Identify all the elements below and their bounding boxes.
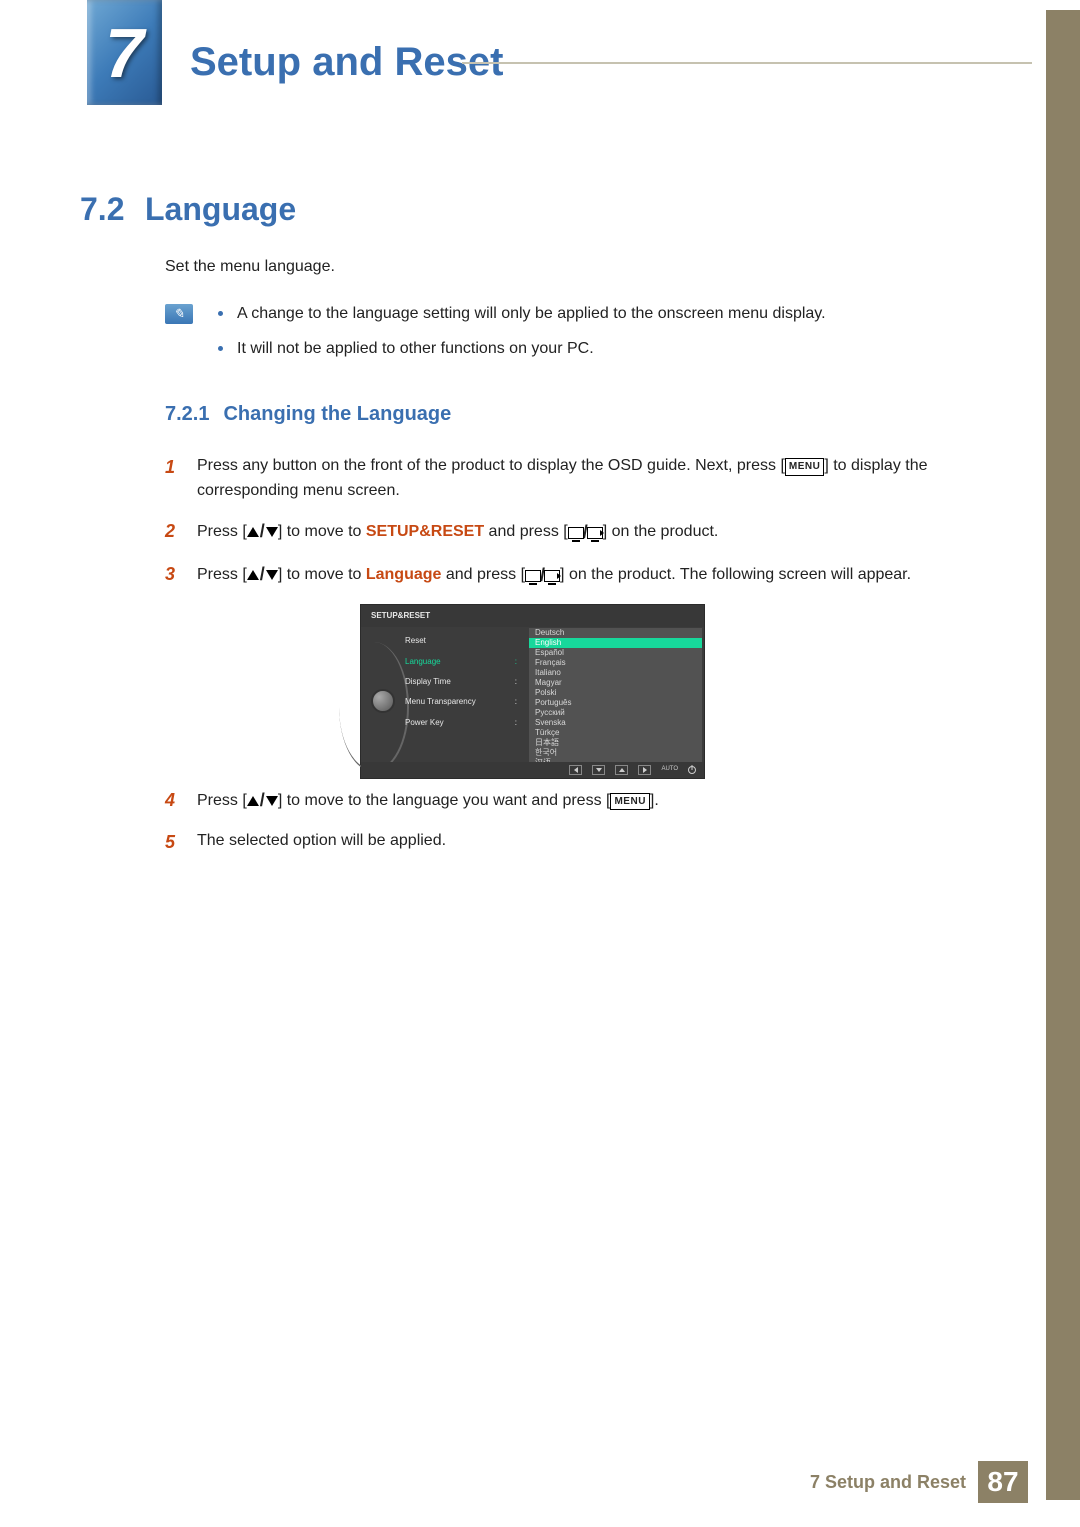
osd-language-option: Italiano [529, 668, 702, 678]
osd-nav-down-icon [592, 765, 605, 775]
steps-list: 1 Press any button on the front of the p… [165, 454, 985, 856]
osd-header: SETUP&RESET [361, 605, 704, 627]
page-footer: 7 Setup and Reset 87 [810, 1461, 1028, 1503]
osd-language-option: English [529, 638, 702, 648]
section-title: Language [145, 191, 296, 228]
note-item: It will not be applied to other function… [218, 337, 985, 362]
osd-language-option: Русский [529, 708, 702, 718]
osd-language-option: Svenska [529, 718, 702, 728]
source-enter-icon: / [568, 519, 603, 547]
step-number: 4 [165, 787, 179, 815]
osd-screenshot: SETUP&RESET ResetLanguage:Display Time:M… [360, 604, 705, 779]
language-label: Language [366, 566, 442, 583]
osd-language-option: Deutsch [529, 628, 702, 638]
osd-nav-up-icon [615, 765, 628, 775]
menu-button-icon: MENU [610, 793, 649, 811]
bullet-icon [218, 311, 223, 316]
section-intro: Set the menu language. [165, 255, 985, 280]
osd-power-icon [688, 766, 696, 774]
source-enter-icon: / [525, 562, 560, 590]
step-body: Press any button on the front of the pro… [197, 454, 985, 504]
osd-footer: AUTO [361, 762, 704, 778]
step-body: Press [/] to move to Language and press … [197, 561, 985, 590]
osd-language-list: DeutschEnglishEspañolFrançaisItalianoMag… [529, 628, 702, 763]
note-text: A change to the language setting will on… [237, 302, 826, 327]
osd-menu-item: Power Key: [401, 713, 521, 733]
setup-reset-label: SETUP&RESET [366, 523, 484, 540]
page-number-badge: 87 [978, 1461, 1028, 1503]
subsection-heading: 7.2.1 Changing the Language [165, 399, 985, 430]
step-body: Press [/] to move to the language you wa… [197, 787, 985, 815]
side-tab [1046, 10, 1080, 1500]
osd-language-option: 한국어 [529, 748, 702, 758]
osd-language-option: Português [529, 698, 702, 708]
osd-language-option: Polski [529, 688, 702, 698]
osd-language-option: 日本語 [529, 738, 702, 748]
step: 5 The selected option will be applied. [165, 829, 985, 857]
step: 3 Press [/] to move to Language and pres… [165, 561, 985, 590]
up-down-icon: / [247, 787, 278, 815]
osd-language-option: Français [529, 658, 702, 668]
step-body: Press [/] to move to SETUP&RESET and pre… [197, 518, 985, 547]
chapter-number: 7 [105, 13, 144, 93]
osd-nav-right-icon [638, 765, 651, 775]
osd-menu: ResetLanguage:Display Time:Menu Transpar… [401, 631, 521, 733]
step: 4 Press [/] to move to the language you … [165, 787, 985, 815]
footer-text: 7 Setup and Reset [810, 1472, 966, 1493]
content-area: Set the menu language. ✎ A change to the… [165, 255, 985, 871]
step-number: 5 [165, 829, 179, 857]
step-number: 1 [165, 454, 179, 504]
chapter-badge: 7 [87, 0, 162, 105]
section-number: 7.2 [80, 191, 124, 228]
menu-button-icon: MENU [785, 458, 824, 476]
note-block: ✎ A change to the language setting will … [165, 302, 985, 372]
up-down-icon: / [247, 561, 278, 589]
subsection-number: 7.2.1 [165, 399, 209, 430]
chapter-title: Setup and Reset [190, 40, 503, 85]
osd-nav-left-icon [569, 765, 582, 775]
osd-knob-icon [371, 689, 395, 713]
osd-menu-item: Display Time: [401, 672, 521, 692]
step-number: 3 [165, 561, 179, 590]
osd-auto-label: AUTO [661, 765, 678, 774]
osd-menu-item: Menu Transparency: [401, 692, 521, 712]
note-text: It will not be applied to other function… [237, 337, 594, 362]
step: 1 Press any button on the front of the p… [165, 454, 985, 504]
step-number: 2 [165, 518, 179, 547]
osd-language-option: Magyar [529, 678, 702, 688]
subsection-title: Changing the Language [223, 399, 451, 430]
step-body: The selected option will be applied. [197, 829, 985, 857]
bullet-icon [218, 346, 223, 351]
note-icon: ✎ [165, 304, 193, 324]
osd-language-option: Español [529, 648, 702, 658]
step: 2 Press [/] to move to SETUP&RESET and p… [165, 518, 985, 547]
note-list: A change to the language setting will on… [218, 302, 985, 372]
osd-language-option: Türkçe [529, 728, 702, 738]
note-item: A change to the language setting will on… [218, 302, 985, 327]
osd-left-panel: ResetLanguage:Display Time:Menu Transpar… [361, 627, 529, 765]
osd-menu-item: Reset [401, 631, 521, 651]
osd-body: ResetLanguage:Display Time:Menu Transpar… [361, 627, 704, 765]
osd-menu-item: Language: [401, 652, 521, 672]
up-down-icon: / [247, 518, 278, 546]
header-rule [462, 62, 1032, 64]
